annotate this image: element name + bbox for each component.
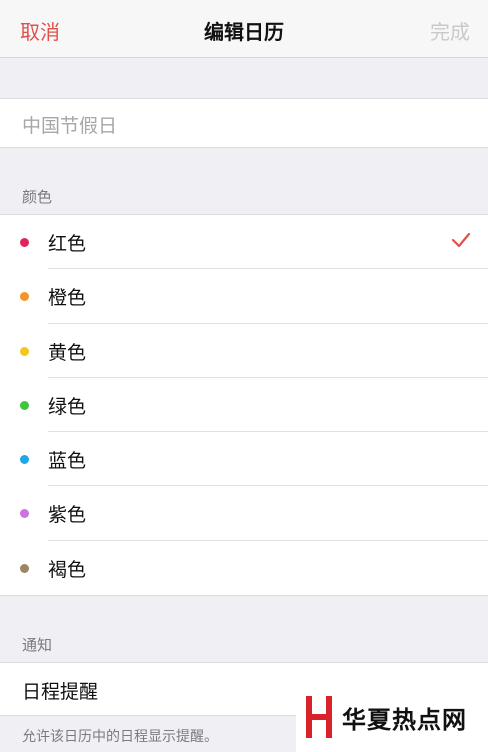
color-swatch-dot <box>20 455 29 465</box>
color-swatch-dot <box>20 563 29 573</box>
color-option-label: 橙色 <box>48 287 87 310</box>
color-option-label: 紫色 <box>48 504 87 527</box>
watermark-logo-icon <box>306 696 332 738</box>
color-option-label: 黄色 <box>48 341 87 364</box>
color-swatch-dot <box>20 346 29 356</box>
watermark: 华夏热点网 <box>296 690 488 752</box>
color-option-row[interactable]: 红色 <box>0 215 488 270</box>
page-title: 编辑日历 <box>204 20 284 44</box>
calendar-name-placeholder: 中国节假日 <box>22 115 118 137</box>
color-option-row[interactable]: 黄色 <box>0 324 488 378</box>
event-alerts-label: 日程提醒 <box>22 681 99 703</box>
color-option-label: 红色 <box>48 233 87 255</box>
alerts-footnote: 允许该日历中的日程显示提醒。 <box>22 729 218 745</box>
color-option-row[interactable]: 紫色 <box>0 486 488 541</box>
color-option-row[interactable]: 绿色 <box>0 378 488 433</box>
color-swatch-dot <box>20 238 29 247</box>
color-option-row[interactable]: 褐色 <box>0 541 488 595</box>
color-option-label: 褐色 <box>48 558 87 581</box>
color-option-row[interactable]: 橙色 <box>0 269 488 324</box>
calendar-name-field[interactable]: 中国节假日 <box>0 98 488 148</box>
color-swatch-dot <box>20 292 29 302</box>
color-option-label: 蓝色 <box>48 450 87 473</box>
notifications-section-header: 通知 <box>22 636 53 654</box>
watermark-text: 华夏热点网 <box>342 706 467 734</box>
done-button[interactable]: 完成 <box>430 16 470 45</box>
checkmark-icon <box>451 232 471 248</box>
color-swatch-dot <box>20 509 29 519</box>
colors-section-header: 颜色 <box>22 188 53 206</box>
navigation-bar: 取消 编辑日历 完成 <box>0 0 488 58</box>
color-option-label: 绿色 <box>48 395 87 418</box>
color-list: 红色橙色黄色绿色蓝色紫色褐色 <box>0 214 488 597</box>
color-option-row[interactable]: 蓝色 <box>0 432 488 487</box>
color-swatch-dot <box>20 400 29 410</box>
